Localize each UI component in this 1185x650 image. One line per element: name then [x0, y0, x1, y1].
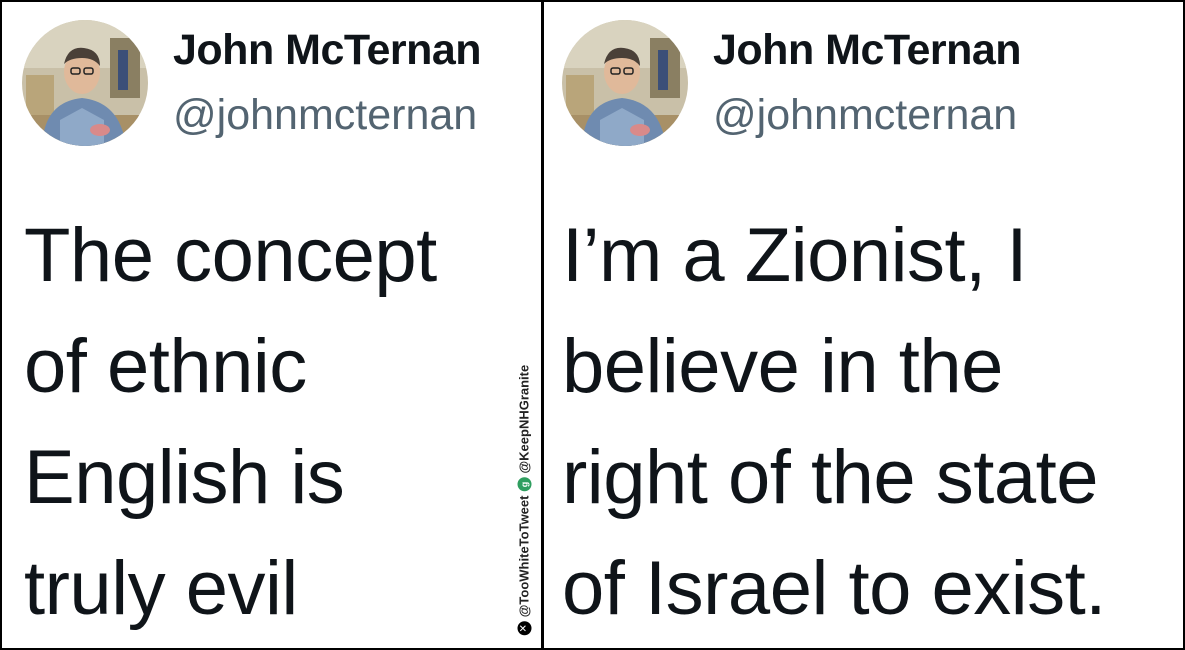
tweet-line: right of the state [562, 435, 1098, 520]
tweet-line: English is [24, 435, 345, 520]
watermark-handle-x: @TooWhiteToTweet [516, 495, 532, 618]
avatar-photo [562, 20, 688, 146]
tweet-text: I’m a Zionist, I believe in the right of… [562, 200, 1106, 644]
author-name[interactable]: John McTernan [173, 26, 482, 75]
author-handle[interactable]: @johnmcternan [173, 91, 477, 140]
tweet-line: of Israel to exist. [562, 546, 1106, 631]
tweet-line: I’m a Zionist, I [562, 213, 1027, 298]
tweet-line: of ethnic [24, 324, 307, 409]
tweet-line: truly evil [24, 546, 298, 631]
tweet-card-right: John McTernan @johnmcternan I’m a Zionis… [544, 0, 1183, 650]
tweet-card-left: John McTernan @johnmcternan The concept … [2, 0, 541, 650]
author-name[interactable]: John McTernan [713, 26, 1022, 75]
tweet-text: The concept of ethnic English is truly e… [24, 200, 437, 644]
watermark: ✕ @TooWhiteToTweet g @KeepNHGranite [509, 350, 539, 650]
gab-logo-icon: g [517, 477, 531, 492]
avatar-photo [22, 20, 148, 146]
avatar[interactable] [22, 20, 148, 146]
tweet-line: believe in the [562, 324, 1003, 409]
tweet-line: The concept [24, 213, 437, 298]
avatar[interactable] [562, 20, 688, 146]
x-logo-icon: ✕ [517, 621, 531, 636]
watermark-handle-gab: @KeepNHGranite [516, 364, 532, 474]
author-handle[interactable]: @johnmcternan [713, 91, 1017, 140]
